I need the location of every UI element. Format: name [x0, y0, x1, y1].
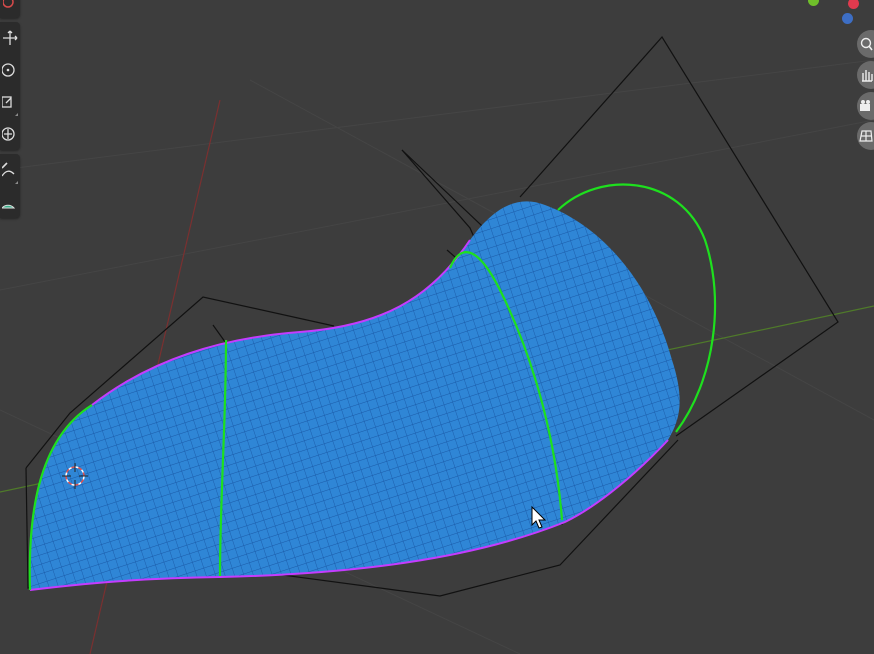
move-icon	[3, 30, 18, 45]
hand-icon	[862, 70, 873, 82]
annotate-tool-button[interactable]	[0, 154, 20, 186]
measure-tool-button[interactable]	[0, 186, 20, 218]
cursor-tool-button[interactable]	[0, 0, 20, 18]
tool-group-transform	[0, 22, 20, 150]
left-toolbar	[0, 0, 20, 222]
annotate-icon	[2, 162, 15, 177]
magnifier-icon	[860, 37, 873, 51]
rotate-icon	[2, 63, 15, 77]
rotate-tool-button[interactable]	[0, 54, 20, 86]
scale-tool-button[interactable]	[0, 86, 20, 118]
submenu-indicator	[15, 113, 18, 116]
submenu-indicator	[15, 181, 18, 184]
measure-icon	[2, 204, 16, 209]
3d-viewport[interactable]	[0, 0, 874, 654]
cursor-icon	[3, 0, 14, 8]
scale-icon	[2, 96, 12, 108]
axis-z-dot[interactable]	[842, 13, 853, 24]
tool-group-annotate	[0, 154, 20, 218]
viewport-canvas[interactable]	[0, 0, 874, 654]
grid-icon	[859, 130, 873, 142]
transform-icon	[2, 127, 15, 141]
nurbs-surface[interactable]	[29, 201, 680, 590]
move-tool-button[interactable]	[0, 22, 20, 54]
transform-tool-button[interactable]	[0, 118, 20, 150]
camera-icon	[860, 100, 870, 111]
tool-group-cursor	[0, 0, 20, 18]
